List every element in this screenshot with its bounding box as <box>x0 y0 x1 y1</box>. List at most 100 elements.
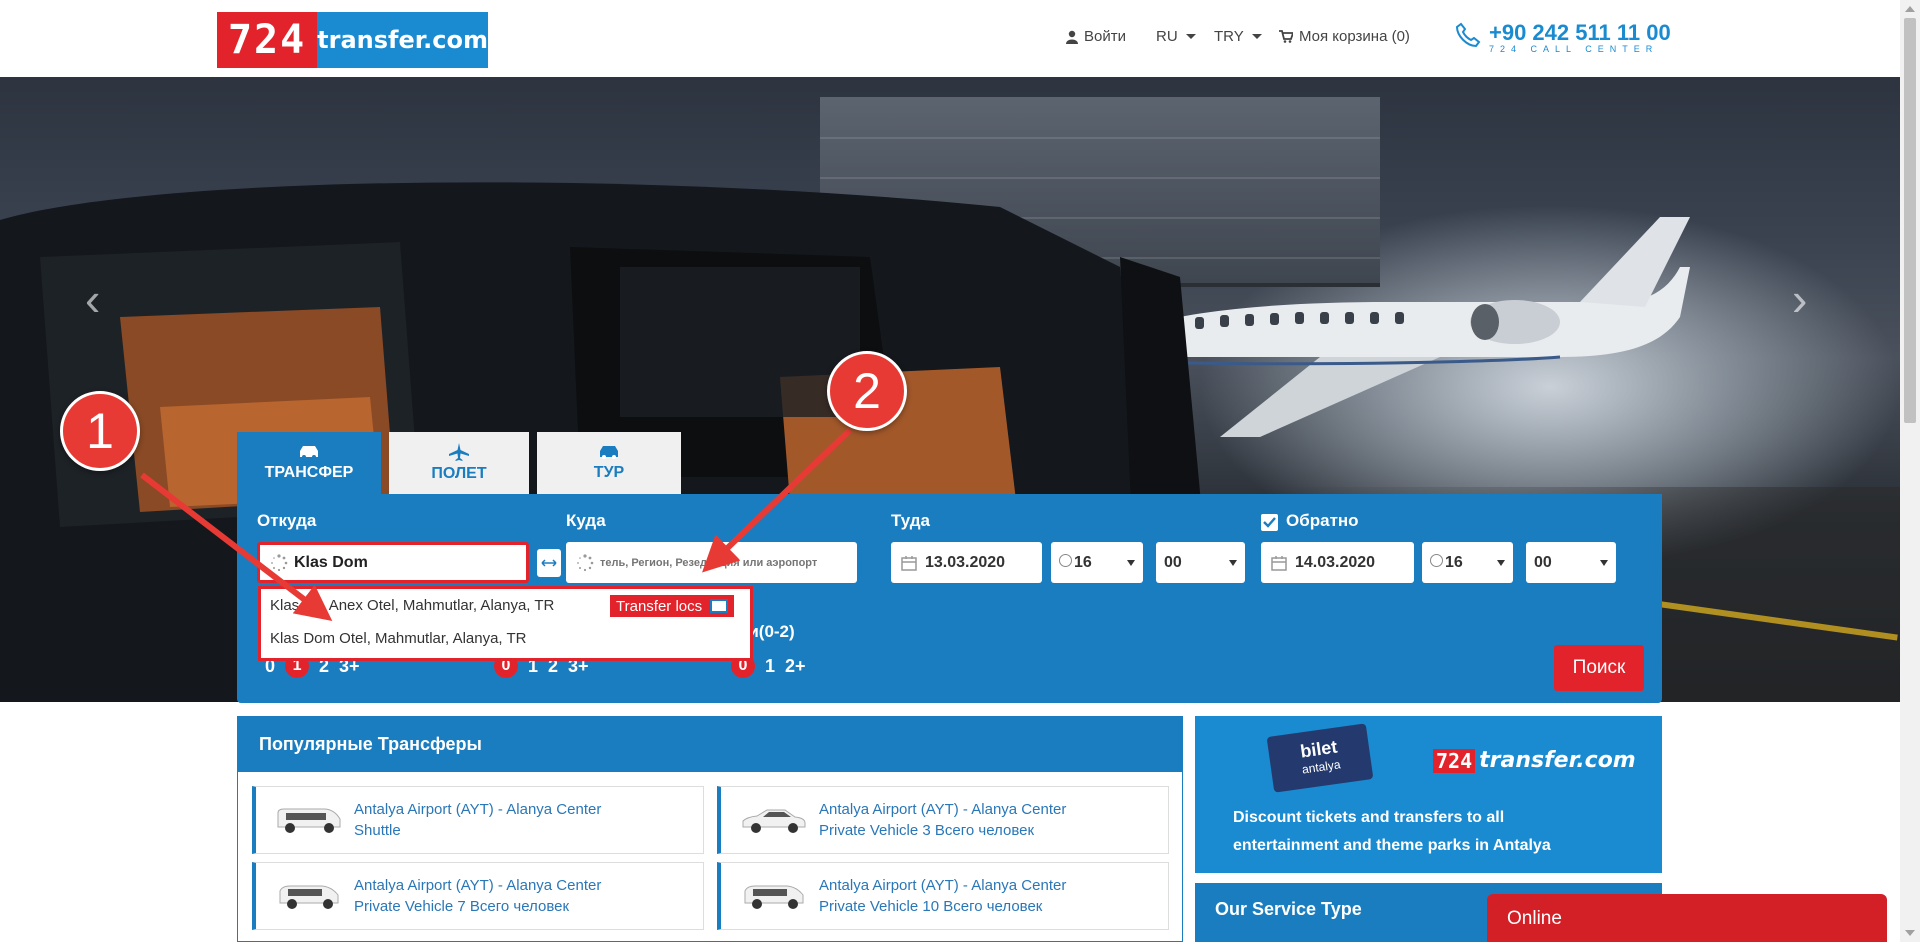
scroll-up-arrow-icon[interactable] <box>1905 6 1915 12</box>
autocomplete-item-anex-end: Anex Otel, Mahmutlar, Alanya, TR <box>325 597 555 614</box>
minibus-icon <box>277 808 341 833</box>
return-minute-select[interactable]: 00 <box>1526 542 1616 583</box>
tab-transfer[interactable]: ТРАНСФЕР <box>237 432 381 494</box>
call-center[interactable]: +90 242 511 11 00 724 CALL CENTER <box>1455 22 1671 54</box>
swap-arrows-icon <box>541 559 557 567</box>
search-button[interactable]: Поиск <box>1554 645 1644 691</box>
depart-hour-select[interactable]: 16 <box>1051 542 1143 583</box>
return-date-value: 14.03.2020 <box>1295 553 1376 571</box>
loading-spinner-icon <box>271 553 288 571</box>
transfer-locs-tag: Transfer locs <box>610 595 735 617</box>
infants-option[interactable]: 2+ <box>785 656 806 677</box>
return-minute-value: 00 <box>1534 553 1552 571</box>
from-field[interactable] <box>257 542 529 583</box>
autocomplete-item-klas-dom[interactable]: Klas Dom Otel, Mahmutlar, Alanya, TR <box>270 630 527 647</box>
cart-label: Моя корзина (0) <box>1299 28 1410 45</box>
dropdown-arrow-icon <box>1600 559 1608 566</box>
promo-logo-text: transfer.com <box>1479 748 1636 773</box>
return-label-wrap[interactable]: Обратно <box>1261 511 1359 531</box>
return-label: Обратно <box>1286 511 1359 530</box>
infants-option[interactable]: 1 <box>765 656 775 677</box>
promo-text-line2: entertainment and theme parks in Antalya <box>1233 837 1551 854</box>
tab-flight-label: ПОЛЕТ <box>431 465 487 482</box>
language-dropdown[interactable]: RU <box>1156 28 1196 45</box>
autocomplete-dropdown: Klas Anex Otel, Mahmutlar, Alanya, TR Tr… <box>258 586 753 661</box>
plane-icon <box>449 443 469 461</box>
promo-text-line1: Discount tickets and transfers to all <box>1233 809 1505 826</box>
popular-transfers-title: Популярные Трансферы <box>238 717 1182 772</box>
depart-date-value: 13.03.2020 <box>925 553 1006 571</box>
site-logo[interactable]: 724 transfer.com <box>217 12 488 68</box>
online-chat-button[interactable]: Online <box>1487 894 1887 942</box>
loading-spinner-icon <box>577 553 594 571</box>
return-checkbox[interactable] <box>1261 514 1278 531</box>
dropdown-arrow-icon <box>1127 559 1135 566</box>
scroll-thumb[interactable] <box>1904 18 1916 423</box>
return-hour-select[interactable]: 16 <box>1422 542 1513 583</box>
route-vehicle: Private Vehicle 3 Всего человек <box>819 822 1035 839</box>
page-scrollbar[interactable] <box>1900 0 1920 942</box>
van-icon <box>279 885 339 909</box>
to-field[interactable] <box>566 542 857 583</box>
annotation-badge-2: 2 <box>827 351 907 431</box>
cart-link[interactable]: Моя корзина (0) <box>1279 28 1410 45</box>
from-input[interactable] <box>294 553 526 572</box>
route-title: Antalya Airport (AYT) - Alanya Center <box>354 877 602 894</box>
to-input[interactable] <box>600 556 857 569</box>
currency-dropdown[interactable]: TRY <box>1214 28 1262 45</box>
route-card[interactable]: Antalya Airport (AYT) - Alanya Center Pri… <box>717 786 1169 854</box>
calendar-icon <box>901 555 917 571</box>
page: 724 transfer.com Войти RU TRY Моя корзин… <box>0 0 1920 942</box>
car-icon <box>300 446 318 459</box>
route-title: Antalya Airport (AYT) - Alanya Center <box>819 801 1067 818</box>
top-header: 724 transfer.com Войти RU TRY Моя корзин… <box>0 0 1900 77</box>
depart-minute-value: 00 <box>1164 553 1182 571</box>
tab-transfer-label: ТРАНСФЕР <box>264 464 354 481</box>
cart-icon <box>1279 30 1293 43</box>
logo-text: transfer.com <box>317 26 488 54</box>
route-title: Antalya Airport (AYT) - Alanya Center <box>354 801 602 818</box>
slider-next-arrow[interactable]: › <box>1792 272 1807 326</box>
autocomplete-item-anex-start: Klas <box>270 597 304 614</box>
login-label: Войти <box>1084 28 1126 45</box>
caret-down-icon <box>1185 34 1196 39</box>
dropdown-arrow-icon <box>1229 559 1237 566</box>
user-icon <box>1066 30 1078 44</box>
transfer-locs-label: Transfer locs <box>616 597 703 615</box>
to-label: Куда <box>566 511 606 530</box>
from-label: Откуда <box>257 511 317 530</box>
depart-label: Туда <box>891 511 931 530</box>
caret-down-icon <box>1251 34 1262 39</box>
return-hour-value: 16 <box>1445 553 1463 571</box>
return-date-field[interactable]: 14.03.2020 <box>1261 542 1414 583</box>
scroll-down-arrow-icon[interactable] <box>1905 930 1915 936</box>
route-card[interactable]: Antalya Airport (AYT) - Alanya Center Shu… <box>252 786 704 854</box>
depart-date-field[interactable]: 13.03.2020 <box>891 542 1042 583</box>
login-link[interactable]: Войти <box>1066 28 1126 45</box>
slider-prev-arrow[interactable]: ‹ <box>85 272 100 326</box>
route-vehicle: Private Vehicle 7 Всего человек <box>354 898 570 915</box>
tab-tour[interactable]: ТУР <box>537 432 681 494</box>
annotation-badge-1: 1 <box>60 391 140 471</box>
tab-flight[interactable]: ПОЛЕТ <box>389 432 529 494</box>
language-label: RU <box>1156 28 1178 45</box>
promo-724-logo: 724 transfer.com <box>1433 748 1636 773</box>
route-card[interactable]: Antalya Airport (AYT) - Alanya Center Pri… <box>252 862 704 930</box>
dropdown-arrow-icon <box>1497 559 1505 566</box>
autocomplete-item-anex[interactable]: Klas Anex Otel, Mahmutlar, Alanya, TR <box>270 597 554 614</box>
route-vehicle: Private Vehicle 10 Всего человек <box>819 898 1043 915</box>
swap-locations-button[interactable] <box>537 549 561 577</box>
phone-subtitle: 724 CALL CENTER <box>1489 44 1659 54</box>
depart-minute-select[interactable]: 00 <box>1156 542 1245 583</box>
bilet-antalya-logo: bilet antalya <box>1266 723 1374 793</box>
tab-tour-label: ТУР <box>593 464 625 481</box>
bed-icon <box>710 599 729 613</box>
clock-icon <box>1059 553 1072 567</box>
promo-logo-number: 724 <box>1433 748 1476 773</box>
promo-banner[interactable]: bilet antalya 724 transfer.com Discount t… <box>1195 716 1662 873</box>
route-card[interactable]: Antalya Airport (AYT) - Alanya Center Pri… <box>717 862 1169 930</box>
route-title: Antalya Airport (AYT) - Alanya Center <box>819 877 1067 894</box>
car-icon <box>600 446 618 459</box>
bilet-subtext: antalya <box>1301 757 1342 777</box>
calendar-icon <box>1271 555 1287 571</box>
